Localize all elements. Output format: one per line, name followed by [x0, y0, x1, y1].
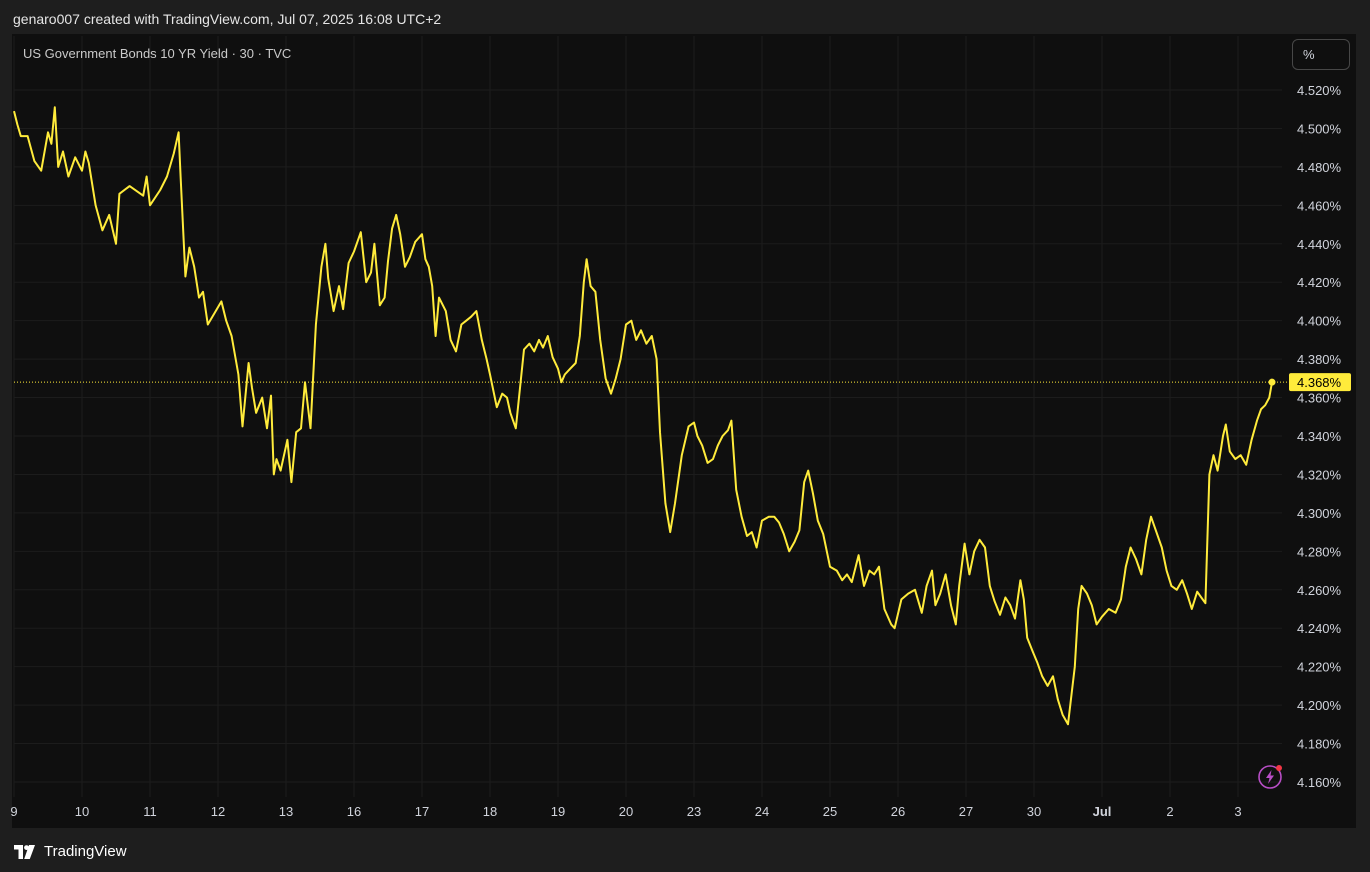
x-tick-label: 12 [211, 804, 225, 819]
y-tick-label: 4.220% [1297, 660, 1342, 675]
y-tick-label: 4.440% [1297, 237, 1342, 252]
x-tick-label: 16 [347, 804, 361, 819]
time-axis[interactable]: 9 10 11 12 13 16 17 18 19 20 23 24 25 26 27 30 Jul 2 3 [10, 804, 1241, 819]
x-tick-label: 13 [279, 804, 293, 819]
y-tick-label: 4.380% [1297, 352, 1342, 367]
x-tick-label: 30 [1027, 804, 1041, 819]
y-tick-label: 4.240% [1297, 621, 1342, 636]
percent-scale-button[interactable]: % [1292, 39, 1350, 70]
y-tick-label: 4.200% [1297, 698, 1342, 713]
x-tick-label: 9 [10, 804, 17, 819]
x-tick-label: 2 [1166, 804, 1173, 819]
price-axis[interactable]: 4.160% 4.180% 4.200% 4.220% 4.240% 4.260% 4.28… [1297, 83, 1342, 790]
price-chart[interactable]: 4.160% 4.180% 4.200% 4.220% 4.240% 4.260% 4.28… [0, 0, 1370, 872]
y-tick-label: 4.340% [1297, 429, 1342, 444]
y-tick-label: 4.280% [1297, 544, 1342, 559]
tradingview-brand[interactable]: TradingView [14, 843, 127, 860]
x-tick-label: 23 [687, 804, 701, 819]
x-tick-label: 10 [75, 804, 89, 819]
y-tick-label: 4.180% [1297, 737, 1342, 752]
last-price-label: 4.368% [1289, 373, 1351, 392]
lightning-alert-icon[interactable] [1257, 764, 1283, 790]
x-tick-label: 26 [891, 804, 905, 819]
y-tick-label: 4.160% [1297, 775, 1342, 790]
x-tick-label: 18 [483, 804, 497, 819]
yield-line [13, 106, 1273, 726]
x-tick-label: Jul [1093, 804, 1112, 819]
x-tick-label: 20 [619, 804, 633, 819]
y-tick-label: 4.480% [1297, 160, 1342, 175]
x-tick-label: 11 [143, 804, 157, 819]
y-tick-label: 4.360% [1297, 391, 1342, 406]
y-tick-label: 4.260% [1297, 583, 1342, 598]
tradingview-logo-icon [14, 844, 35, 859]
y-tick-label: 4.460% [1297, 198, 1342, 213]
x-tick-label: 27 [959, 804, 973, 819]
y-tick-label: 4.500% [1297, 121, 1342, 136]
x-tick-label: 19 [551, 804, 565, 819]
y-tick-label: 4.420% [1297, 275, 1342, 290]
y-tick-label: 4.300% [1297, 506, 1342, 521]
brand-name: TradingView [44, 843, 127, 860]
x-tick-label: 17 [415, 804, 429, 819]
last-price-label-text: 4.368% [1297, 375, 1342, 390]
x-tick-label: 25 [823, 804, 837, 819]
chart-grid [13, 36, 1282, 797]
last-price-dot [1268, 378, 1276, 386]
y-tick-label: 4.520% [1297, 83, 1342, 98]
x-tick-label: 24 [755, 804, 769, 819]
x-tick-label: 3 [1234, 804, 1241, 819]
y-tick-label: 4.320% [1297, 467, 1342, 482]
symbol-legend[interactable]: US Government Bonds 10 YR Yield · 30 · T… [23, 46, 291, 61]
footer-bar: TradingView [0, 828, 1370, 872]
y-tick-label: 4.400% [1297, 314, 1342, 329]
